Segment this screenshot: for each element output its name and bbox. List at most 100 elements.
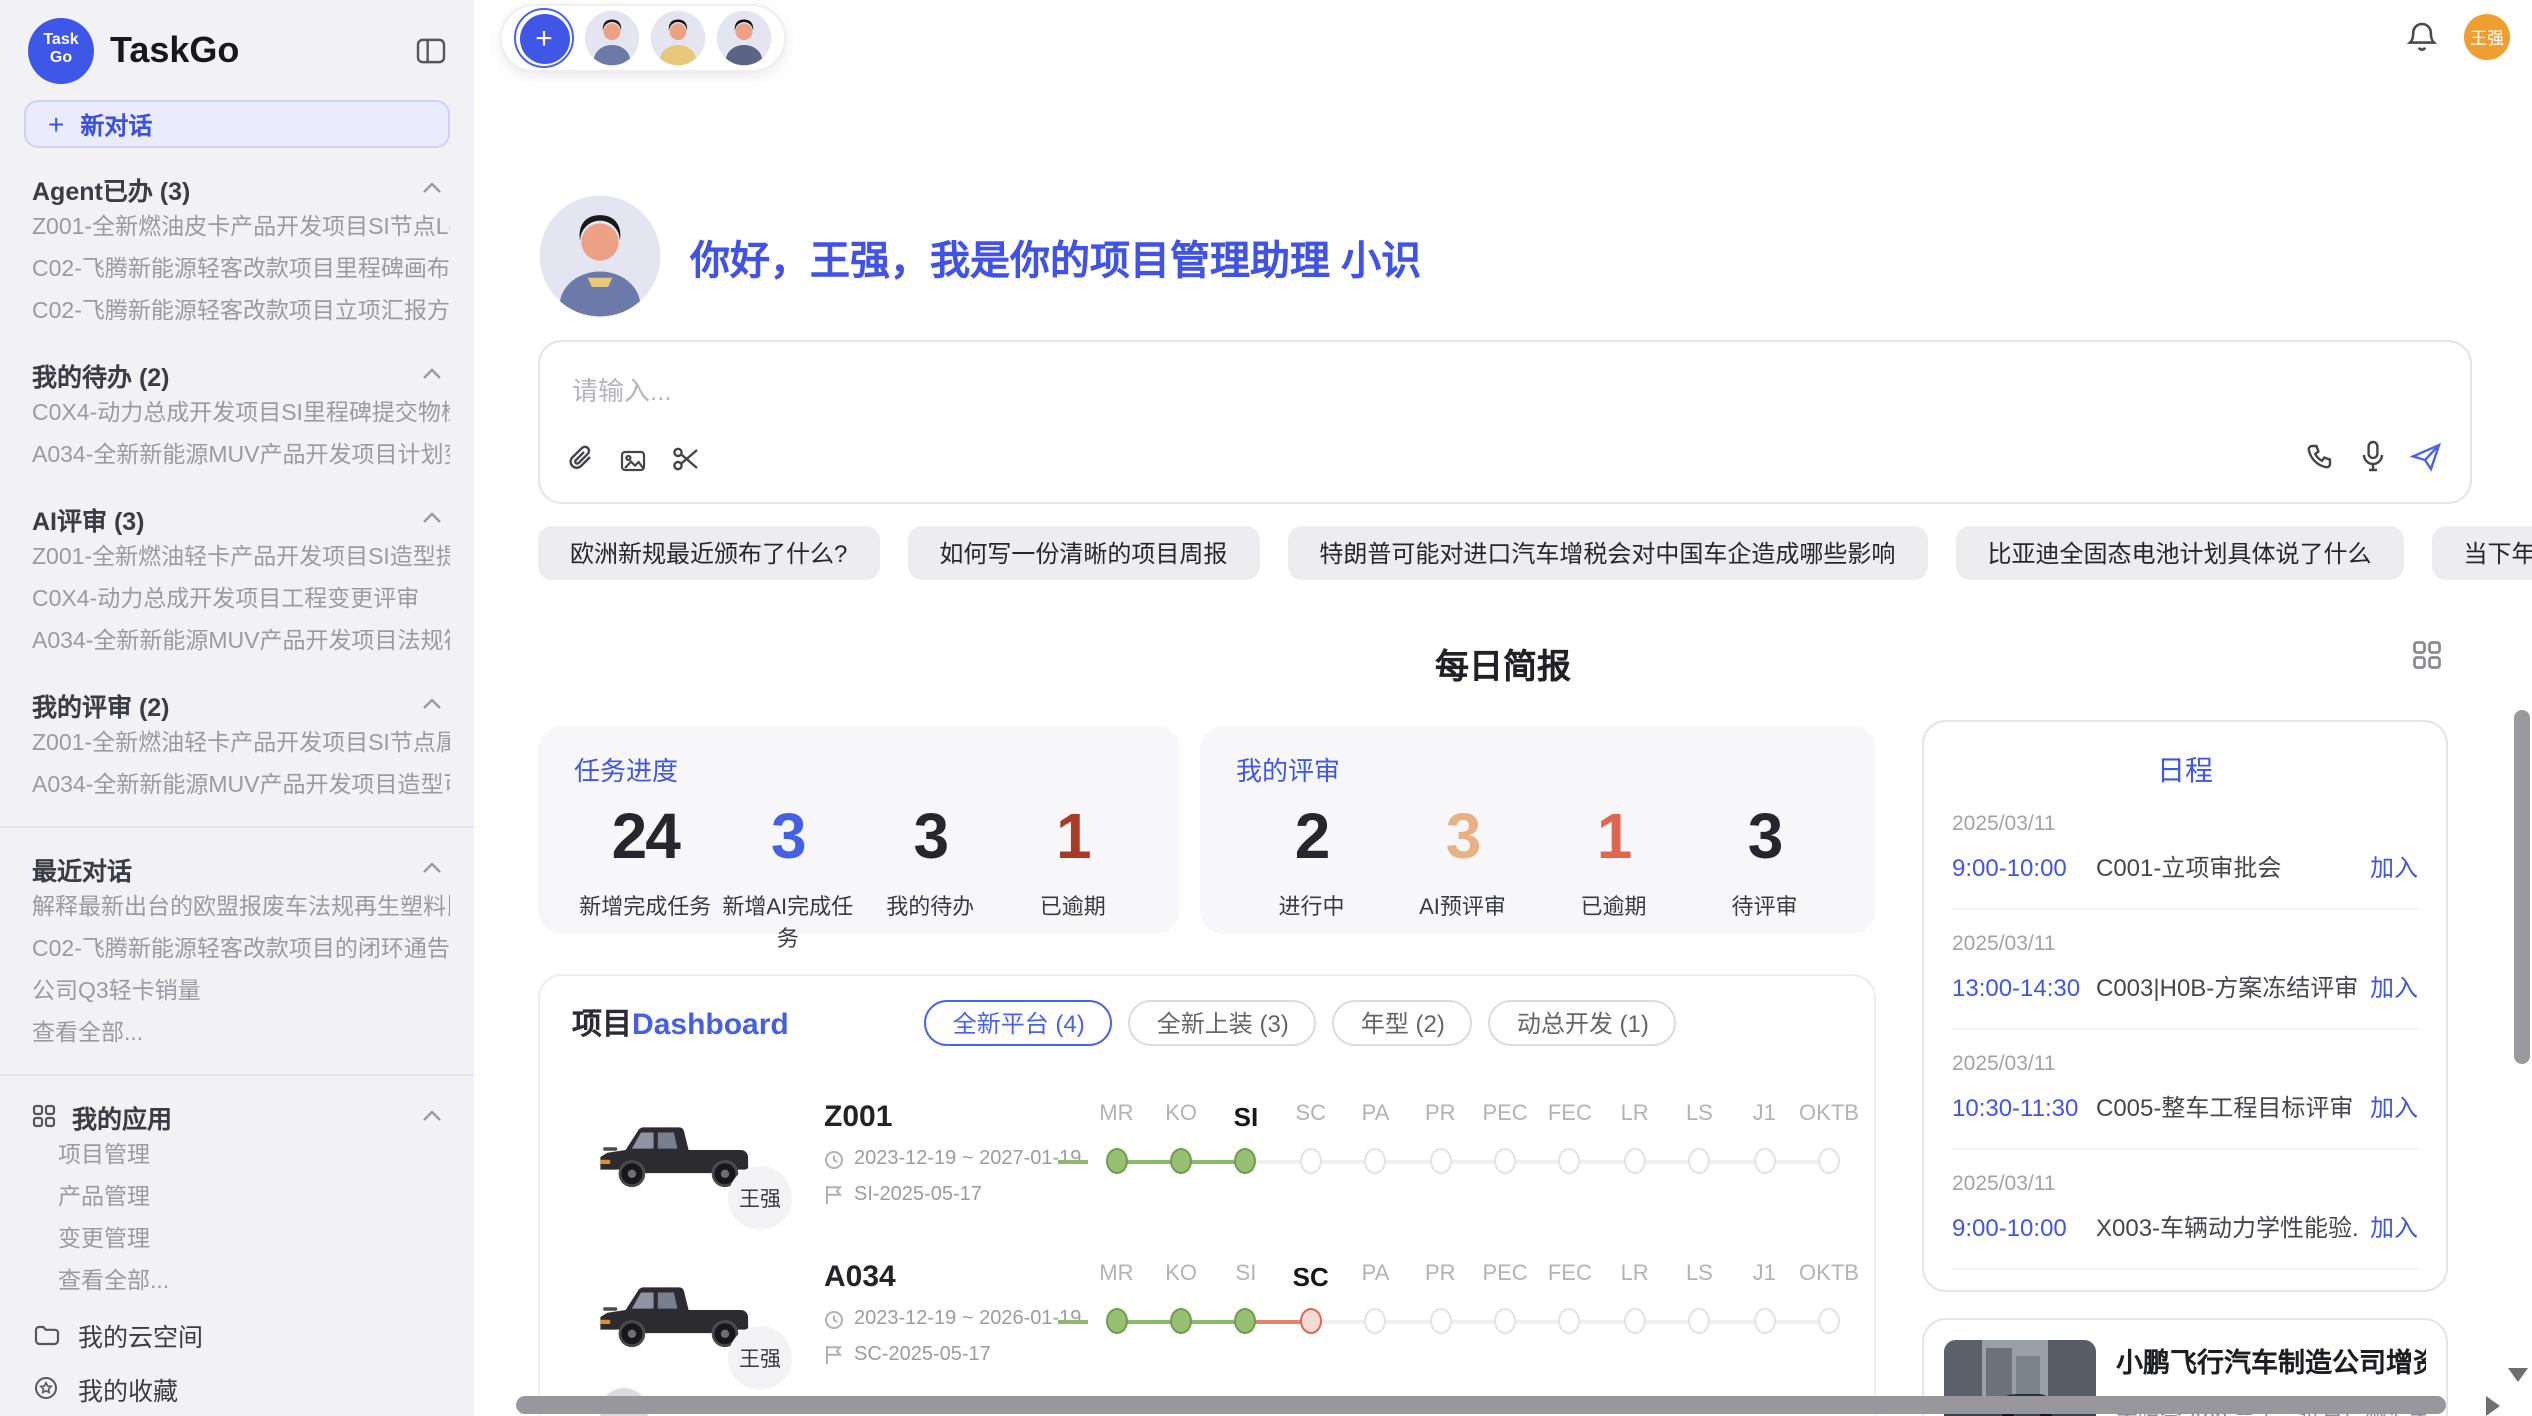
mic-icon[interactable] bbox=[2360, 440, 2386, 482]
image-icon[interactable] bbox=[620, 445, 646, 481]
app-logo-text2: Go bbox=[50, 50, 72, 68]
section-title: 我的应用 bbox=[72, 1097, 172, 1135]
stat-label: 已逾期 bbox=[1002, 890, 1145, 922]
sidebar-item[interactable]: A034-全新新能源MUV产品开发项目法规符合性评审 bbox=[24, 622, 450, 664]
new-chat-button[interactable]: + 新对话 bbox=[24, 100, 450, 148]
project-flag-milestone: SC-2025-05-17 bbox=[824, 1344, 1084, 1366]
milestone-node bbox=[1235, 1148, 1257, 1174]
stat: 3 我的待办 bbox=[859, 800, 1002, 954]
briefing-layout-icon[interactable] bbox=[2412, 640, 2442, 670]
vertical-scrollbar[interactable] bbox=[2514, 710, 2530, 1064]
project-thumbnail: 王强 bbox=[592, 1098, 760, 1202]
schedule-name: C001-立项审批会 bbox=[2096, 850, 2358, 884]
sidebar-item[interactable]: 公司Q3轻卡销量 bbox=[24, 972, 450, 1014]
milestone-node bbox=[1494, 1308, 1516, 1334]
dashboard-projects: 王强 Z001 2023-12-19 ~ 2027-01-19 SI-2025-… bbox=[572, 1098, 1858, 1366]
chevron-up-icon[interactable] bbox=[422, 698, 442, 710]
stat-card: 任务进度 24 新增完成任务 3 新增AI完成任务 3 我的待办 1 已逾期 bbox=[538, 726, 1180, 934]
join-link[interactable]: 加入 bbox=[2370, 970, 2418, 1004]
milestone-label: PR bbox=[1408, 1262, 1473, 1292]
sidebar-item[interactable]: A034-全新新能源MUV产品开发项目造型可行性评审 bbox=[24, 766, 450, 808]
sidebar-item[interactable]: 产品管理 bbox=[24, 1178, 450, 1220]
milestone-node bbox=[1300, 1148, 1322, 1174]
assistant-avatar[interactable] bbox=[716, 10, 772, 66]
send-icon[interactable] bbox=[2410, 441, 2442, 481]
suggestion-chip[interactable]: 比亚迪全固态电池计划具体说了什么 bbox=[1955, 526, 2403, 580]
schedule-card: 日程 2025/03/11 9:00-10:00 C001-立项审批会 加入 2… bbox=[1922, 720, 2448, 1292]
assistant-large-avatar bbox=[538, 194, 662, 318]
sidebar-item[interactable]: 解释最新出台的欧盟报废车法规再生塑料比例被调至15%... bbox=[24, 888, 450, 930]
join-link[interactable]: 加入 bbox=[2370, 1090, 2418, 1124]
chevron-up-icon[interactable] bbox=[422, 512, 442, 524]
sidebar-item[interactable]: 查看全部... bbox=[24, 1014, 450, 1056]
chevron-up-icon[interactable] bbox=[422, 368, 442, 380]
dashboard-tab[interactable]: 动总开发 (1) bbox=[1489, 1000, 1677, 1046]
sidebar-section-header[interactable]: 我的应用 bbox=[24, 1096, 450, 1136]
view-all-schedule-link[interactable]: 查看所有日程 bbox=[1952, 1270, 2418, 1292]
milestone-label: SI bbox=[1214, 1262, 1279, 1292]
collapse-sidebar-icon[interactable] bbox=[416, 37, 446, 63]
schedule-item: 2025/03/11 13:00-14:30 C003|H0B-方案冻结评审 加… bbox=[1952, 910, 2418, 1030]
sidebar-item[interactable]: A034-全新新能源MUV产品开发项目计划变更表编写 bbox=[24, 436, 450, 478]
sidebar-section-header[interactable]: Agent已办 (3) bbox=[24, 168, 450, 208]
sidebar-item[interactable]: 项目管理 bbox=[24, 1136, 450, 1178]
user-avatar[interactable]: 王强 bbox=[2464, 14, 2510, 60]
suggestion-chip[interactable]: 欧洲新规最近颁布了什么? bbox=[538, 526, 879, 580]
milestone-node bbox=[1559, 1308, 1581, 1334]
sidebar-item-folder[interactable]: 我的云空间 bbox=[24, 1310, 450, 1358]
scissors-icon[interactable] bbox=[672, 445, 700, 481]
sidebar-item[interactable]: 变更管理 bbox=[24, 1220, 450, 1262]
suggestion-chip[interactable]: 当下年轻人对汽车外观有怎样的喜好趋势 bbox=[2431, 526, 2532, 580]
sidebar-item[interactable]: C0X4-动力总成开发项目SI里程碑提交物检查 bbox=[24, 394, 450, 436]
sidebar-item[interactable]: C02-飞腾新能源轻客改款项目立项汇报方案 bbox=[24, 292, 450, 334]
scroll-right-arrow[interactable] bbox=[2486, 1396, 2500, 1416]
dashboard-tab[interactable]: 年型 (2) bbox=[1333, 1000, 1473, 1046]
phone-icon[interactable] bbox=[2306, 441, 2336, 481]
sidebar-item[interactable]: C0X4-动力总成开发项目工程变更评审 bbox=[24, 580, 450, 622]
assistant-avatar[interactable] bbox=[584, 10, 640, 66]
project-row[interactable]: 王强 Z001 2023-12-19 ~ 2027-01-19 SI-2025-… bbox=[572, 1098, 1858, 1206]
app-root: Task Go TaskGo + 新对话 Agent已办 (3)Z001-全新燃… bbox=[0, 0, 2532, 1416]
sidebar-item[interactable]: C02-飞腾新能源轻客改款项目的闭环通告反馈情况 bbox=[24, 930, 450, 972]
milestone-label: LR bbox=[1602, 1262, 1667, 1292]
milestone-node bbox=[1429, 1308, 1451, 1334]
dashboard-tab[interactable]: 全新平台 (4) bbox=[925, 1000, 1113, 1046]
sidebar-section-header[interactable]: AI评审 (3) bbox=[24, 498, 450, 538]
stat-value: 24 bbox=[574, 800, 717, 874]
chevron-up-icon[interactable] bbox=[422, 182, 442, 194]
sidebar-item[interactable]: Z001-全新燃油轻卡产品开发项目SI节点属性5D文件评审 bbox=[24, 724, 450, 766]
notification-bell-icon[interactable] bbox=[2406, 20, 2438, 54]
horizontal-scrollbar[interactable] bbox=[516, 1396, 2446, 1414]
sidebar-item-medal[interactable]: 我的收藏 bbox=[24, 1364, 450, 1412]
assistant-avatar[interactable] bbox=[650, 10, 706, 66]
milestone-label: PA bbox=[1343, 1262, 1408, 1292]
add-assistant-button[interactable]: + bbox=[514, 8, 574, 68]
paperclip-icon[interactable] bbox=[568, 444, 594, 482]
milestone-label: LR bbox=[1602, 1102, 1667, 1132]
suggestion-chip[interactable]: 如何写一份清晰的项目周报 bbox=[907, 526, 1259, 580]
milestone-label: PA bbox=[1343, 1102, 1408, 1132]
sidebar-item[interactable]: Z001-全新燃油皮卡产品开发项目SI节点Lesson Learn报告 bbox=[24, 208, 450, 250]
chevron-up-icon[interactable] bbox=[422, 862, 442, 874]
chat-input-card[interactable]: 请输入... bbox=[538, 340, 2472, 504]
sidebar-item[interactable]: Z001-全新燃油轻卡产品开发项目SI造型提交物评审 bbox=[24, 538, 450, 580]
sidebar-section-header[interactable]: 最近对话 bbox=[24, 848, 450, 888]
dashboard-tab[interactable]: 全新上装 (3) bbox=[1129, 1000, 1317, 1046]
schedule-date: 2025/03/11 bbox=[1952, 812, 2418, 836]
chevron-up-icon[interactable] bbox=[422, 1110, 442, 1122]
news-title: 小鹏飞行汽车制造公司增资 bbox=[2116, 1340, 2426, 1380]
scroll-down-arrow[interactable] bbox=[2508, 1368, 2528, 1382]
milestone-label: LS bbox=[1667, 1102, 1732, 1132]
suggestion-chip[interactable]: 特朗普可能对进口汽车增税会对中国车企造成哪些影响 bbox=[1287, 526, 1927, 580]
sidebar-item[interactable]: 查看全部... bbox=[24, 1262, 450, 1304]
sidebar-section-header[interactable]: 我的评审 (2) bbox=[24, 684, 450, 724]
join-link[interactable]: 加入 bbox=[2370, 1210, 2418, 1244]
medal-icon bbox=[32, 1376, 60, 1400]
project-row[interactable]: 王强 A034 2023-12-19 ~ 2026-01-19 SC-2025-… bbox=[572, 1258, 1858, 1366]
milestone-label: OKTB bbox=[1797, 1102, 1862, 1132]
sidebar-section-header[interactable]: 我的待办 (2) bbox=[24, 354, 450, 394]
sidebar-item[interactable]: C02-飞腾新能源轻客改款项目里程碑画布 bbox=[24, 250, 450, 292]
stat-label: 我的待办 bbox=[859, 890, 1002, 922]
schedule-time: 10:30-11:30 bbox=[1952, 1093, 2084, 1121]
join-link[interactable]: 加入 bbox=[2370, 850, 2418, 884]
